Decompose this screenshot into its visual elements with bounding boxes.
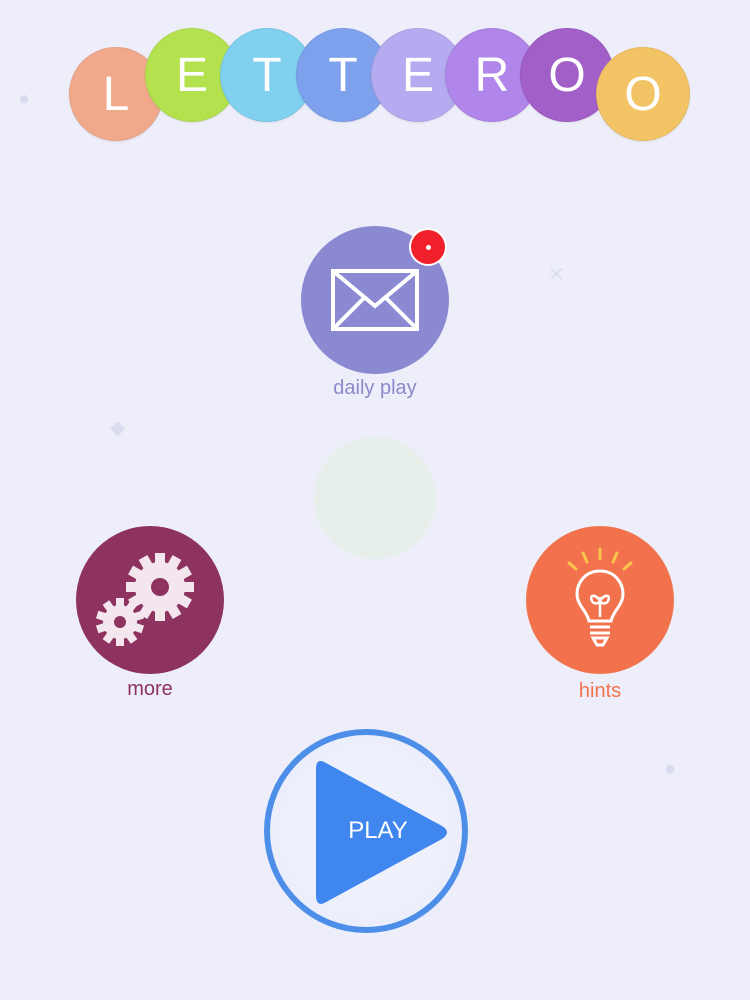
game-logo: L E T T E R O O xyxy=(0,0,750,160)
envelope-icon xyxy=(331,269,419,331)
more-button[interactable] xyxy=(76,526,224,674)
logo-letter-bubble: O xyxy=(596,47,690,141)
badge-dot xyxy=(425,244,431,250)
gears-icon xyxy=(95,553,194,646)
background-decoration-icon: ● xyxy=(664,758,677,780)
notification-badge xyxy=(411,230,445,264)
main-menu-screen: ● ✕ ◆ ● L E T T E R O O daily play more … xyxy=(0,0,750,1000)
background-decoration-icon: ◆ xyxy=(110,417,126,439)
play-button[interactable]: PLAY xyxy=(264,729,468,933)
faded-circle xyxy=(314,437,436,559)
play-label: PLAY xyxy=(348,817,408,844)
lightbulb-icon xyxy=(567,547,633,647)
background-decoration-icon: ✕ xyxy=(548,264,565,286)
daily-play-label: daily play xyxy=(333,377,417,399)
more-label: more xyxy=(127,678,173,700)
hints-label: hints xyxy=(578,680,622,702)
hints-button[interactable] xyxy=(526,526,674,674)
